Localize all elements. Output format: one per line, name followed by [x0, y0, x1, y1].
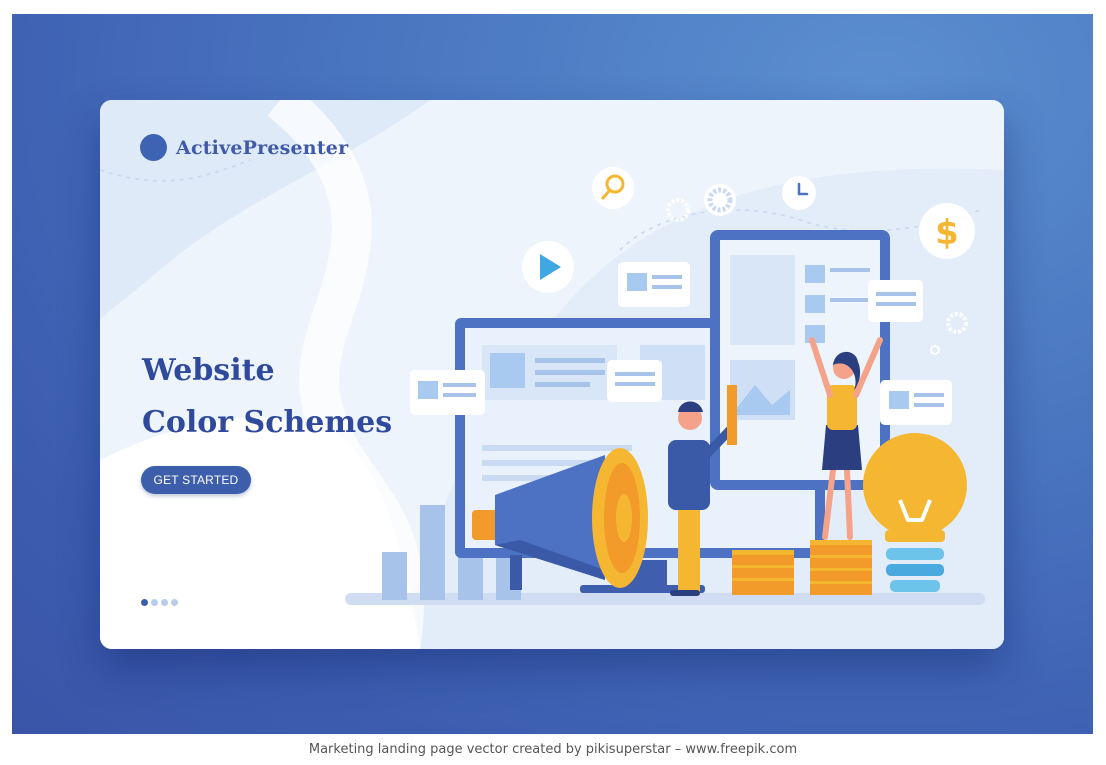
lightbulb-icon: [863, 433, 967, 592]
svg-text:$: $: [935, 213, 959, 253]
chat-bubble-top: [618, 262, 690, 307]
carousel-dot[interactable]: [161, 599, 168, 606]
search-icon: [592, 167, 634, 209]
chat-bubble-left: [410, 370, 485, 415]
play-icon: [522, 241, 574, 293]
chat-bubble-right: [880, 380, 952, 425]
chat-bubble-mid: [607, 360, 662, 402]
background-stage: $ ActivePresenter Website Color Schemes …: [12, 14, 1093, 734]
carousel-dot[interactable]: [171, 599, 178, 606]
carousel-dots: [141, 599, 178, 606]
landing-page-card: $ ActivePresenter Website Color Schemes …: [100, 100, 1004, 649]
dollar-icon: $: [919, 203, 975, 259]
headline-line-1: Website: [142, 353, 275, 388]
carousel-dot[interactable]: [151, 599, 158, 606]
chat-bubble-right-top: [868, 280, 923, 322]
tablet-device: [710, 230, 890, 490]
carousel-dot[interactable]: [141, 599, 148, 606]
clock-icon: [782, 176, 816, 210]
hero-headline: Website Color Schemes: [142, 345, 392, 449]
logo-mark-icon: [140, 134, 167, 161]
brand-name: ActivePresenter: [176, 136, 349, 159]
headline-line-2: Color Schemes: [142, 405, 393, 440]
get-started-button[interactable]: GET STARTED: [141, 466, 251, 494]
brand-logo[interactable]: ActivePresenter: [140, 134, 348, 161]
image-credit-caption: Marketing landing page vector created by…: [308, 742, 798, 757]
